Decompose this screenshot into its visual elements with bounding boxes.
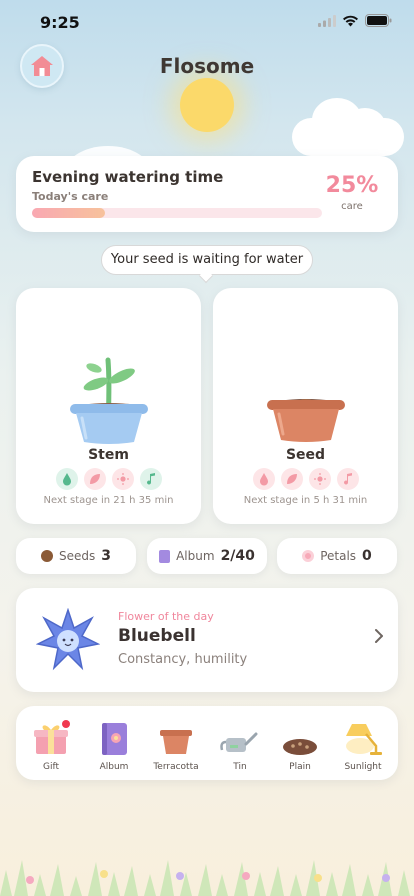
care-actions — [213, 468, 398, 490]
water-action[interactable] — [55, 468, 78, 490]
petals-count: 0 — [362, 548, 372, 564]
album-chip[interactable]: Album 2/40 — [147, 538, 267, 574]
care-subtitle: Today's care — [32, 190, 109, 203]
care-progress-bar — [32, 208, 322, 218]
album-book-icon — [159, 549, 171, 563]
watering-can-icon — [220, 732, 258, 752]
chevron-right-icon[interactable] — [374, 628, 384, 644]
care-percent-label: care — [341, 201, 363, 212]
next-stage-timer: Next stage in 5 h 31 min — [243, 495, 368, 506]
music-note-icon — [146, 473, 155, 485]
water-action[interactable] — [252, 468, 275, 490]
flower-of-day-meaning: Constancy, humility — [118, 652, 248, 667]
care-progress-fill — [32, 208, 105, 218]
leaf-action[interactable] — [280, 468, 303, 490]
cellular-signal-icon — [318, 14, 336, 27]
shelf-item-gift[interactable]: Gift — [23, 714, 79, 776]
music-note-icon — [343, 473, 352, 485]
petals-label: Petals — [320, 549, 357, 563]
sun-action[interactable] — [308, 468, 331, 490]
seeds-chip[interactable]: Seeds 3 — [16, 538, 136, 574]
cloud-decoration — [344, 108, 386, 146]
flower-of-day-label: Flower of the day — [118, 610, 214, 623]
flower-of-day-name: Bluebell — [118, 626, 196, 646]
pot-stage-name: Stem — [88, 447, 129, 463]
water-drop-icon — [62, 472, 71, 485]
seed-icon — [40, 550, 53, 562]
pot-card-stem[interactable]: Stem Next stage in 21 h 35 min — [16, 288, 201, 524]
seeds-count: 3 — [101, 548, 111, 564]
flower-of-day-card[interactable]: Flower of the day Bluebell Constancy, hu… — [16, 588, 398, 692]
music-action[interactable] — [139, 468, 162, 490]
battery-icon — [365, 14, 392, 27]
shelf-label: Album — [99, 762, 129, 772]
care-actions — [16, 468, 201, 490]
shelf-item-tin[interactable]: Tin — [212, 714, 268, 776]
album-book-icon — [102, 723, 127, 755]
seed-pot-icon — [267, 399, 345, 442]
shelf-label: Sunlight — [344, 762, 382, 772]
petals-chip[interactable]: Petals 0 — [277, 538, 397, 574]
sun-icon — [313, 473, 326, 485]
terracotta-pot-icon — [160, 730, 192, 754]
care-percent: 25% — [325, 173, 379, 198]
bluebell-flower-icon — [36, 608, 100, 671]
status-icons — [318, 14, 392, 27]
bottom-shelf: Gift Album Terracotta Tin Plain Sunlight — [16, 706, 398, 780]
leaf-icon — [286, 474, 297, 484]
pot-stage-name: Seed — [285, 447, 326, 463]
status-time: 9:25 — [40, 13, 80, 32]
shelf-item-sunlight[interactable]: Sunlight — [335, 714, 391, 776]
album-label: Album — [176, 549, 215, 563]
sun-icon — [116, 473, 129, 485]
shelf-label: Plain — [289, 762, 311, 772]
shelf-label: Tin — [233, 762, 247, 772]
app-title: Flosome — [159, 54, 255, 78]
album-count: 2/40 — [220, 548, 255, 564]
status-bar: 9:25 — [0, 0, 414, 44]
seeds-label: Seeds — [58, 549, 96, 563]
wifi-icon — [343, 15, 358, 26]
care-title: Evening watering time — [32, 168, 224, 186]
shelf-label: Terracotta — [153, 762, 199, 772]
pot-card-seed[interactable]: Seed Next stage in 5 h 31 min — [213, 288, 398, 524]
shelf-item-plain[interactable]: Plain — [272, 714, 328, 776]
shelf-item-album[interactable]: Album — [86, 714, 142, 776]
gift-icon — [34, 720, 70, 754]
petal-icon — [302, 550, 315, 562]
stem-plant-icon — [70, 357, 148, 444]
lamp-icon — [346, 724, 382, 755]
shelf-item-terracotta[interactable]: Terracotta — [148, 714, 204, 776]
grass-decoration — [0, 860, 410, 896]
soil-icon — [283, 739, 317, 755]
leaf-action[interactable] — [83, 468, 106, 490]
shelf-label: Gift — [42, 762, 59, 772]
leaf-icon — [89, 474, 100, 484]
sun-action[interactable] — [111, 468, 134, 490]
music-action[interactable] — [336, 468, 359, 490]
care-card[interactable]: Evening watering time Today's care 25% c… — [16, 156, 398, 232]
sun-decoration — [180, 78, 234, 132]
next-stage-timer: Next stage in 21 h 35 min — [43, 495, 174, 506]
water-drop-icon — [259, 472, 268, 485]
